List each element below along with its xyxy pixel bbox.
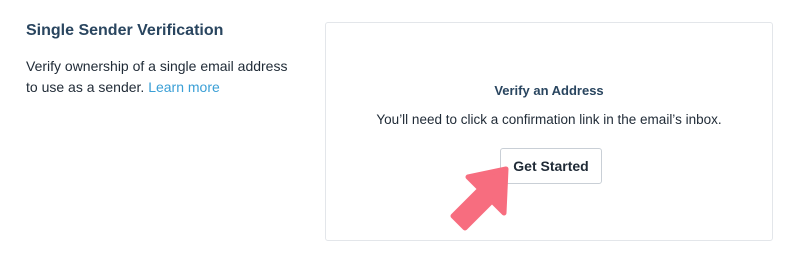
- pointer-arrow-icon: [450, 166, 509, 231]
- section-description: Verify ownership of a single email addre…: [26, 56, 296, 98]
- card-title: Verify an Address: [494, 83, 604, 98]
- verify-address-card: Verify an Address You’ll need to click a…: [325, 22, 773, 241]
- section-info: Single Sender Verification Verify owners…: [26, 20, 296, 98]
- page: Single Sender Verification Verify owners…: [0, 0, 800, 271]
- learn-more-link[interactable]: Learn more: [148, 79, 220, 95]
- section-title: Single Sender Verification: [26, 22, 224, 39]
- card-description: You’ll need to click a confirmation link…: [376, 112, 722, 127]
- pointer-arrow-shape: [450, 166, 509, 231]
